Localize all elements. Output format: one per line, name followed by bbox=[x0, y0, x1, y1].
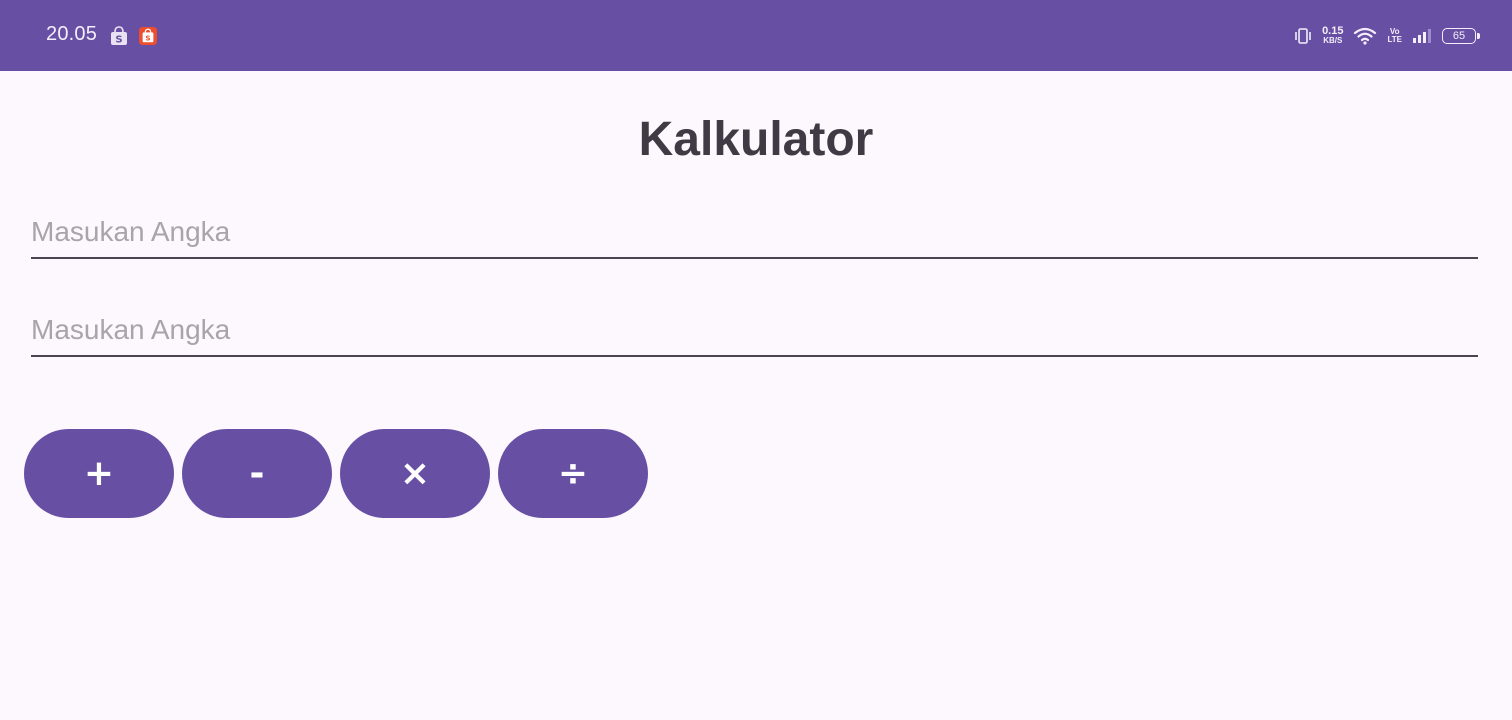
volte-bottom: LTE bbox=[1387, 35, 1402, 44]
battery-icon: 65 bbox=[1442, 28, 1480, 44]
network-speed-unit: KB/S bbox=[1323, 36, 1343, 45]
network-speed-value: 0.15 bbox=[1322, 25, 1344, 37]
network-speed: 0.15 KB/S bbox=[1322, 26, 1343, 46]
volte-indicator: Vo LTE bbox=[1387, 28, 1402, 44]
add-button[interactable]: + bbox=[24, 429, 174, 518]
svg-text:S: S bbox=[145, 34, 150, 43]
subtract-button[interactable]: - bbox=[182, 429, 332, 518]
wifi-icon bbox=[1354, 27, 1377, 45]
vibrate-icon bbox=[1295, 28, 1311, 44]
first-number-input[interactable] bbox=[31, 213, 1478, 259]
page-title: Kalkulator bbox=[638, 113, 874, 166]
second-number-input[interactable] bbox=[31, 311, 1478, 357]
divide-button[interactable]: ÷ bbox=[498, 429, 648, 518]
status-bar: 20.05 S S 0.15 KB/S Vo LTE 65 bbox=[0, 0, 1512, 71]
svg-text:S: S bbox=[115, 35, 122, 46]
status-icons: 0.15 KB/S Vo LTE 65 bbox=[1294, 22, 1480, 50]
signal-icon bbox=[1413, 29, 1431, 43]
shopee-bag-icon: S bbox=[111, 26, 127, 46]
multiply-button[interactable]: × bbox=[340, 429, 490, 518]
battery-level: 65 bbox=[1452, 30, 1466, 42]
status-time: 20.05 bbox=[46, 23, 98, 45]
shopee-bag-orange-icon: S bbox=[139, 27, 157, 45]
